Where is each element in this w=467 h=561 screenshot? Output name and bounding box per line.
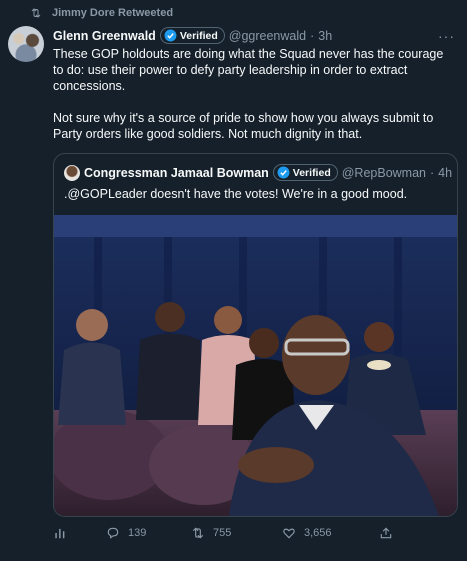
tweet[interactable]: Jimmy Dore Retweeted Glenn Greenwald Ver… bbox=[0, 0, 467, 561]
reply-button[interactable]: 139 bbox=[106, 526, 146, 540]
retweet-icon bbox=[192, 527, 204, 539]
like-count: 3,656 bbox=[304, 527, 332, 539]
tweet-header: Glenn Greenwald Verified @ggreenwald · 3… bbox=[53, 27, 332, 44]
quoted-tweet-text: .@GOPLeader doesn't have the votes! We'r… bbox=[64, 187, 408, 201]
tweet-paragraph: Not sure why it's a source of pride to s… bbox=[53, 111, 434, 141]
author-handle[interactable]: @ggreenwald bbox=[229, 29, 306, 43]
heart-icon bbox=[283, 528, 295, 539]
like-button[interactable]: 3,656 bbox=[282, 526, 332, 540]
author-name[interactable]: Glenn Greenwald bbox=[53, 29, 156, 43]
tweet-action-bar: 139 755 3,656 bbox=[53, 526, 453, 546]
verified-label: Verified bbox=[292, 166, 331, 179]
share-icon bbox=[380, 527, 392, 539]
analytics-icon bbox=[55, 528, 65, 539]
quoted-author-name: Congressman Jamaal Bowman bbox=[84, 165, 269, 180]
separator-dot: · bbox=[430, 165, 435, 180]
verified-check-icon bbox=[164, 29, 177, 42]
author-avatar[interactable] bbox=[8, 26, 44, 62]
tweet-text: These GOP holdouts are doing what the Sq… bbox=[53, 46, 453, 142]
verified-badge[interactable]: Verified bbox=[159, 27, 225, 44]
retweet-button[interactable]: 755 bbox=[191, 526, 231, 540]
share-button[interactable] bbox=[379, 526, 393, 540]
social-context[interactable]: Jimmy Dore Retweeted bbox=[30, 7, 173, 19]
more-options-button[interactable]: ··· bbox=[438, 28, 455, 44]
quoted-author-handle: @RepBowman bbox=[341, 165, 426, 180]
reply-icon bbox=[107, 527, 119, 539]
separator-dot: · bbox=[310, 28, 315, 43]
retweeted-by-label: Jimmy Dore Retweeted bbox=[52, 7, 174, 19]
quoted-tweet[interactable]: Congressman Jamaal Bowman Verified @RepB… bbox=[53, 153, 458, 517]
analytics-button[interactable] bbox=[53, 526, 67, 540]
quoted-tweet-header: Congressman Jamaal Bowman Verified @RepB… bbox=[64, 164, 452, 181]
tweet-paragraph: These GOP holdouts are doing what the Sq… bbox=[53, 47, 444, 93]
quoted-tweet-photo[interactable] bbox=[54, 215, 457, 516]
retweet-icon bbox=[31, 8, 41, 18]
verified-label: Verified bbox=[179, 29, 218, 42]
quoted-author-avatar bbox=[64, 164, 80, 181]
quoted-tweet-timestamp: 4h bbox=[438, 165, 453, 180]
retweet-count: 755 bbox=[213, 527, 232, 539]
reply-count: 139 bbox=[128, 527, 147, 539]
verified-check-icon bbox=[277, 166, 290, 179]
tweet-timestamp[interactable]: 3h bbox=[318, 29, 332, 43]
quoted-verified-badge: Verified bbox=[272, 164, 338, 181]
